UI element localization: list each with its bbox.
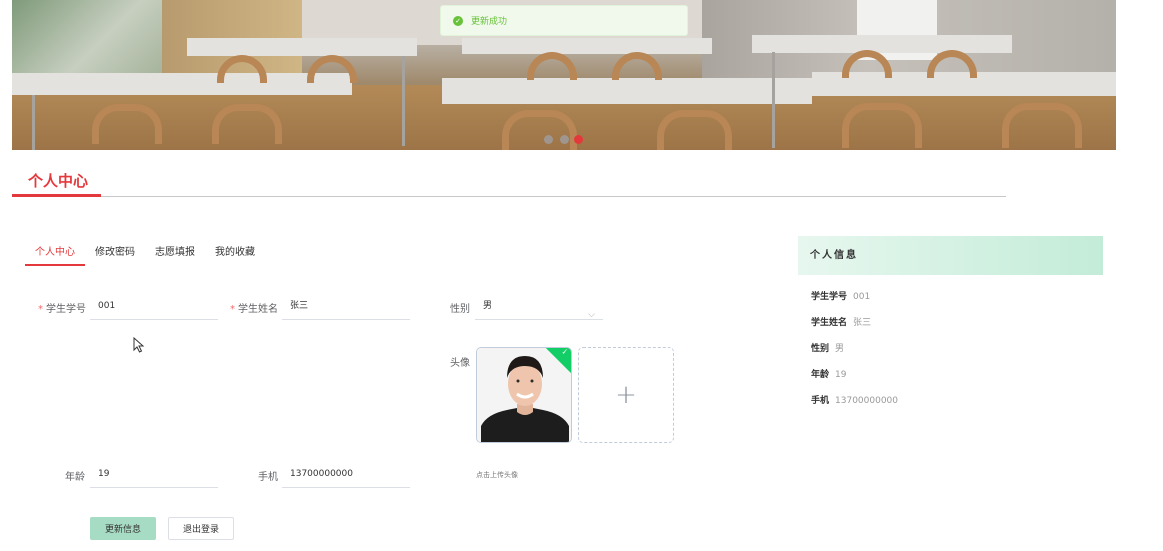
desk-leg <box>402 56 405 146</box>
info-row-phone: 手机 13700000000 <box>811 396 899 406</box>
chair <box>92 104 162 144</box>
desk-leg <box>32 95 35 150</box>
title-underline <box>12 194 101 197</box>
phone-input[interactable]: 13700000000 <box>282 460 410 488</box>
toast-message: 更新成功 <box>471 17 508 27</box>
desk <box>442 78 812 104</box>
desk <box>752 35 1012 53</box>
avatar-upload-plus-icon[interactable]: + <box>578 347 674 443</box>
carousel-dot[interactable] <box>560 135 569 144</box>
avatar-upload-tip: 点击上传头像 <box>476 471 518 479</box>
chair <box>502 110 577 150</box>
avatar-label: 头像 <box>450 358 470 369</box>
check-circle-icon: ✓ <box>453 15 463 26</box>
tab-application[interactable]: 志愿填报 <box>145 236 205 266</box>
desk <box>12 73 352 95</box>
phone-label: 手机 <box>258 472 278 483</box>
logout-button[interactable]: 退出登录 <box>168 517 234 540</box>
info-row-gender: 性别男 <box>811 344 845 354</box>
avatar-preview[interactable]: ✓ <box>476 347 572 443</box>
page: ✓ 更新成功 个人中心 个人中心 修改密码 志愿填报 我的收藏 * 学生学号 00… <box>0 0 1163 551</box>
gender-label: 性别 <box>450 304 470 315</box>
success-toast: ✓ 更新成功 <box>440 5 688 36</box>
mouse-cursor-icon <box>133 337 145 353</box>
tab-profile[interactable]: 个人中心 <box>25 236 85 266</box>
chair <box>612 52 662 80</box>
info-row-age: 年龄 19 <box>811 370 847 380</box>
desk <box>462 38 712 54</box>
tab-bar: 个人中心 修改密码 志愿填报 我的收藏 <box>25 236 265 266</box>
student-no-input[interactable]: 001 <box>90 292 218 320</box>
chair <box>527 52 577 80</box>
tab-change-password[interactable]: 修改密码 <box>85 236 145 266</box>
age-label: 年龄 <box>65 472 85 483</box>
divider <box>12 196 1006 197</box>
chair <box>307 55 357 83</box>
avatar-portrait-image <box>477 348 571 442</box>
tab-favorites[interactable]: 我的收藏 <box>205 236 265 266</box>
check-icon: ✓ <box>561 347 569 357</box>
info-panel-title: 个人信息 <box>798 236 1103 275</box>
carousel-dot-active[interactable] <box>574 135 583 144</box>
chair <box>842 103 922 148</box>
student-name-input[interactable]: 张三 <box>282 292 410 320</box>
chair <box>212 104 282 144</box>
student-no-label: * 学生学号 <box>38 304 86 315</box>
info-row-student-no: 学生学号 001 <box>811 292 871 302</box>
desk <box>187 38 417 56</box>
desk-leg <box>772 52 775 148</box>
chair <box>657 110 732 150</box>
gender-select-value: 男 <box>483 301 493 311</box>
page-title: 个人中心 <box>28 172 89 190</box>
student-name-label: * 学生姓名 <box>230 304 278 315</box>
chair <box>1002 103 1082 148</box>
update-info-button[interactable]: 更新信息 <box>90 517 156 540</box>
age-input[interactable]: 19 <box>90 460 218 488</box>
chevron-down-icon: ⌵ <box>588 310 595 320</box>
carousel-dot[interactable] <box>544 135 553 144</box>
info-row-student-name: 学生姓名 张三 <box>811 318 872 328</box>
gender-select[interactable]: 男 ⌵ <box>475 292 603 320</box>
